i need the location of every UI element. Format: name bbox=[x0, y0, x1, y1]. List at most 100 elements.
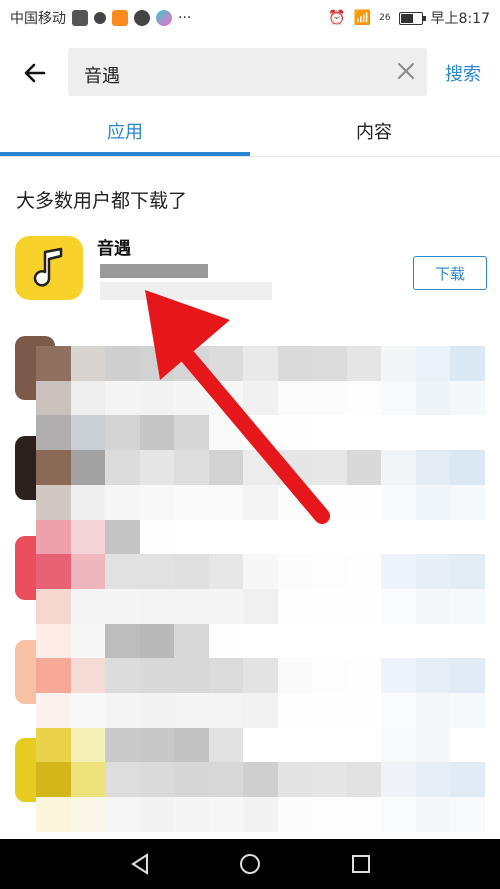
pixelated-content bbox=[36, 346, 485, 833]
back-arrow-icon[interactable] bbox=[22, 60, 48, 86]
pixel-block bbox=[70, 588, 106, 624]
pixel-block bbox=[36, 519, 71, 555]
nav-back-icon[interactable] bbox=[129, 853, 151, 875]
pixel-block bbox=[36, 762, 71, 798]
pixel-block bbox=[381, 762, 416, 798]
pixel-block bbox=[174, 623, 209, 659]
pixel-block bbox=[381, 415, 416, 451]
pixel-block bbox=[381, 588, 416, 624]
search-input[interactable]: 音遇 bbox=[68, 48, 427, 96]
pixel-block bbox=[346, 554, 382, 590]
pixel-block bbox=[208, 623, 244, 659]
pixel-block bbox=[105, 450, 140, 486]
pixel-block bbox=[346, 658, 382, 694]
pixel-block bbox=[243, 762, 278, 798]
pixel-block bbox=[450, 484, 485, 520]
pixel-block bbox=[415, 658, 451, 694]
download-button[interactable]: 下载 bbox=[413, 256, 487, 290]
pixel-block bbox=[415, 380, 451, 416]
pixel-block bbox=[174, 588, 209, 624]
pixel-block bbox=[105, 554, 140, 590]
pixel-block bbox=[208, 484, 244, 520]
pixel-block bbox=[208, 693, 244, 728]
pixel-block bbox=[208, 762, 244, 798]
pixel-block bbox=[415, 693, 451, 728]
pixel-block bbox=[208, 727, 244, 763]
pixel-block bbox=[312, 380, 347, 416]
pixel-block bbox=[277, 588, 313, 624]
pixel-block bbox=[415, 484, 451, 520]
pixel-block bbox=[174, 346, 209, 381]
pixel-block bbox=[208, 380, 244, 416]
pixel-block bbox=[243, 519, 278, 555]
pixel-block bbox=[277, 415, 313, 451]
pixel-block bbox=[415, 623, 451, 659]
pixel-block bbox=[70, 415, 106, 451]
section-title: 大多数用户都下载了 bbox=[16, 190, 188, 212]
pixel-block bbox=[139, 588, 175, 624]
pixel-block bbox=[243, 797, 278, 833]
pixel-block bbox=[312, 484, 347, 520]
pixel-block bbox=[415, 346, 451, 381]
tab-apps[interactable]: 应用 bbox=[107, 118, 143, 144]
pixel-block bbox=[346, 380, 382, 416]
pixel-block bbox=[36, 346, 71, 381]
pixel-block bbox=[139, 693, 175, 728]
pixel-block bbox=[312, 588, 347, 624]
pixel-block bbox=[415, 588, 451, 624]
app-notification-icon bbox=[156, 10, 172, 26]
pixel-block bbox=[312, 554, 347, 590]
pixel-block bbox=[36, 450, 71, 486]
search-query-text: 音遇 bbox=[84, 66, 120, 87]
pixel-block bbox=[346, 588, 382, 624]
pixel-block bbox=[36, 797, 71, 833]
app-list-item[interactable]: 音遇 下载 bbox=[0, 230, 500, 330]
pixel-block bbox=[312, 693, 347, 728]
search-button[interactable]: 搜索 bbox=[445, 60, 481, 86]
pixel-block bbox=[381, 797, 416, 833]
clear-icon[interactable] bbox=[395, 60, 417, 82]
pixel-block bbox=[381, 380, 416, 416]
system-nav-bar bbox=[0, 839, 500, 889]
pixel-block bbox=[277, 346, 313, 381]
pixel-block bbox=[36, 554, 71, 590]
pixel-block bbox=[312, 346, 347, 381]
pixel-block bbox=[174, 450, 209, 486]
pixel-block bbox=[415, 554, 451, 590]
pixel-block bbox=[277, 623, 313, 659]
battery-icon bbox=[398, 11, 426, 25]
pixel-block bbox=[415, 415, 451, 451]
pixel-block bbox=[312, 727, 347, 763]
pixel-block bbox=[70, 658, 106, 694]
pixel-block bbox=[105, 346, 140, 381]
pixel-block bbox=[243, 346, 278, 381]
pixel-block bbox=[208, 450, 244, 486]
pixel-block bbox=[208, 346, 244, 381]
pixel-block bbox=[36, 380, 71, 416]
tab-indicator bbox=[0, 152, 250, 156]
pixel-block bbox=[346, 484, 382, 520]
blurred-app-info bbox=[100, 264, 208, 278]
pixel-block bbox=[36, 658, 71, 694]
pixel-block bbox=[381, 484, 416, 520]
pixel-block bbox=[70, 727, 106, 763]
pixel-block bbox=[277, 484, 313, 520]
nav-recents-icon[interactable] bbox=[350, 853, 372, 875]
pixel-block bbox=[312, 762, 347, 798]
tab-content[interactable]: 内容 bbox=[356, 118, 392, 144]
pixel-block bbox=[415, 797, 451, 833]
pixel-block bbox=[36, 484, 71, 520]
pixel-block bbox=[105, 484, 140, 520]
pixel-block bbox=[105, 727, 140, 763]
pixel-block bbox=[70, 762, 106, 798]
pixel-block bbox=[139, 415, 175, 451]
pixel-block bbox=[105, 762, 140, 798]
pixel-block bbox=[243, 588, 278, 624]
nav-home-icon[interactable] bbox=[239, 853, 261, 875]
pixel-block bbox=[70, 519, 106, 555]
pixel-block bbox=[381, 519, 416, 555]
pixel-block bbox=[277, 450, 313, 486]
wifi-icon: 📶 bbox=[353, 10, 372, 26]
key-icon bbox=[94, 12, 106, 24]
pixel-block bbox=[139, 554, 175, 590]
